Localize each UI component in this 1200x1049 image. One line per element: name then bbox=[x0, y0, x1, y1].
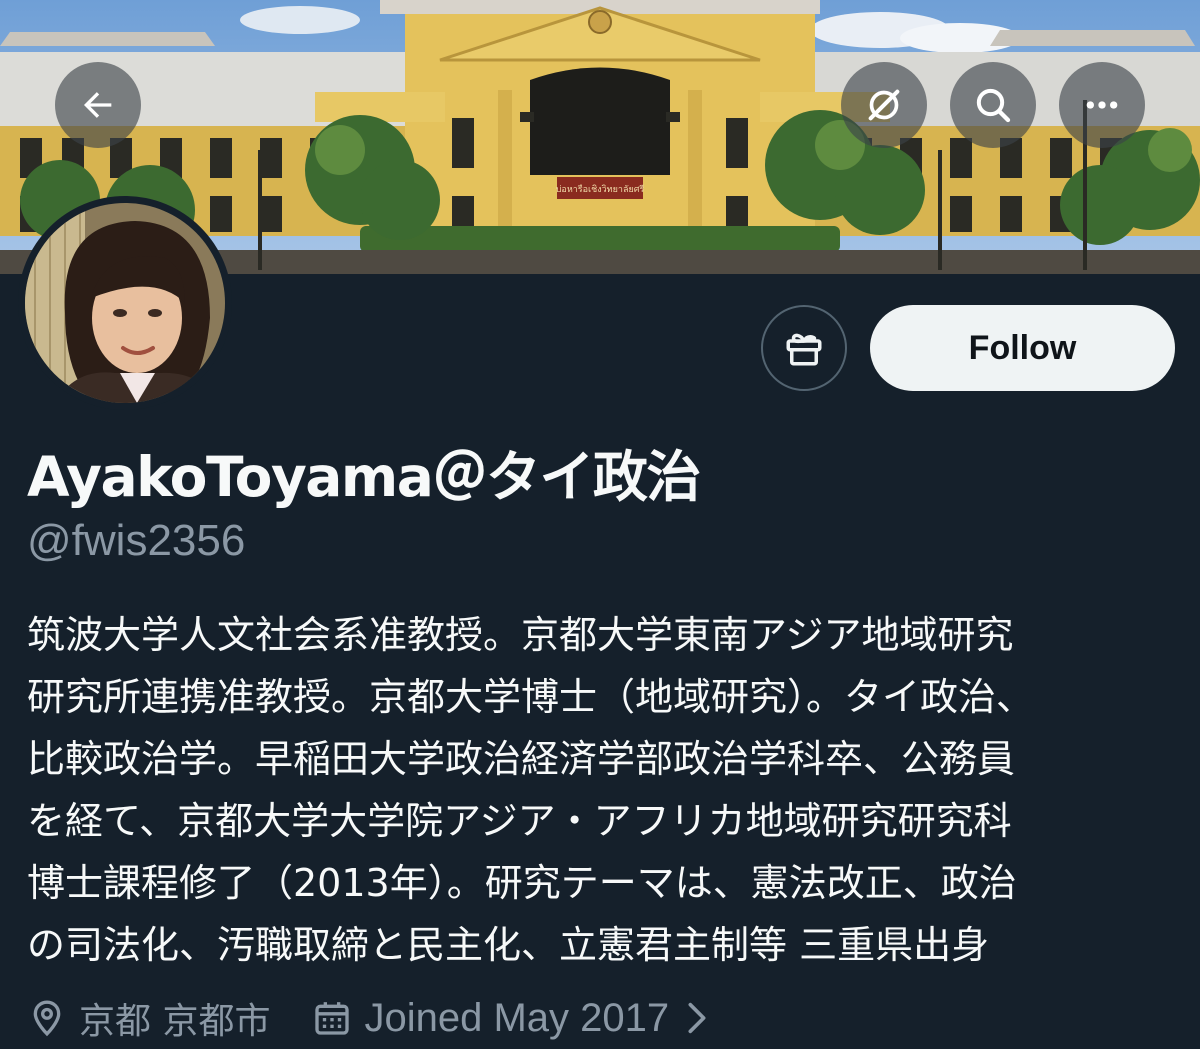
search-button[interactable] bbox=[950, 62, 1036, 148]
back-button[interactable] bbox=[55, 62, 141, 148]
grok-icon bbox=[868, 89, 900, 121]
calendar-icon bbox=[315, 1002, 350, 1035]
location-text: 京都 京都市 bbox=[79, 1001, 271, 1042]
avatar-image bbox=[25, 203, 225, 403]
location-pin-icon bbox=[33, 1000, 61, 1037]
handle: @fwis2356 bbox=[27, 516, 246, 565]
grok-button[interactable] bbox=[841, 62, 927, 148]
location: 京都 京都市 bbox=[27, 992, 270, 1044]
bio-line: 博士課程修了（2013年）。研究テーマは、憲法改正、政治 bbox=[27, 861, 1017, 905]
bio: 筑波大学人文社会系准教授。京都大学東南アジア地域研究 研究所連携准教授。京都大学… bbox=[27, 604, 1177, 976]
profile-avatar[interactable] bbox=[18, 196, 232, 410]
chevron-right-icon bbox=[688, 1002, 706, 1034]
gift-icon bbox=[786, 333, 822, 366]
bio-line: 比較政治学。早稲田大学政治経済学部政治学科卒、公務員 bbox=[27, 737, 1016, 781]
profile-meta: 京都 京都市 Joined May 2017 bbox=[27, 990, 723, 1046]
bio-line: 筑波大学人文社会系准教授。京都大学東南アジア地域研究 bbox=[27, 613, 1014, 657]
display-name: AyakoToyama＠タイ政治 bbox=[27, 445, 701, 509]
bio-line: の司法化、汚職取締と民主化、立憲君主制等 三重県出身 bbox=[27, 923, 990, 967]
joined-text: Joined May 2017 bbox=[364, 995, 670, 1040]
arrow-left-icon bbox=[84, 92, 112, 118]
banner-sign: บ่อหารือเชิงวิทยาลัยศรี bbox=[556, 184, 645, 195]
joined-date[interactable]: Joined May 2017 bbox=[312, 996, 723, 1041]
follow-button[interactable]: Follow bbox=[870, 305, 1175, 391]
bio-line: を経て、京都大学大学院アジア・アフリカ地域研究研究科 bbox=[27, 799, 1012, 843]
more-horizontal-icon bbox=[1086, 101, 1118, 109]
gift-button[interactable] bbox=[761, 305, 847, 391]
bio-line: 研究所連携准教授。京都大学博士（地域研究）。タイ政治、 bbox=[27, 675, 1035, 719]
more-button[interactable] bbox=[1059, 62, 1145, 148]
search-icon bbox=[976, 88, 1011, 123]
